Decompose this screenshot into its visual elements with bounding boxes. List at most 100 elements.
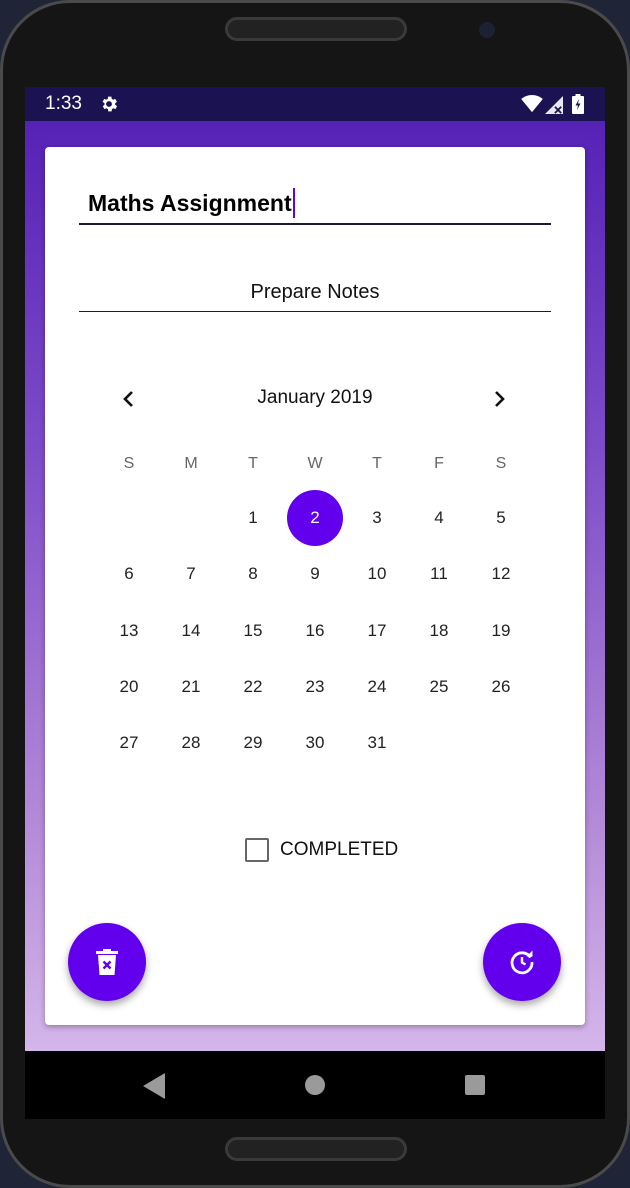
- calendar-day[interactable]: 29: [222, 715, 284, 771]
- calendar-day[interactable]: 26: [470, 659, 532, 715]
- calendar-month-label: January 2019: [257, 387, 373, 408]
- calendar-day-number: 6: [124, 564, 134, 584]
- calendar-weekday-row: S M T W T F S: [98, 455, 532, 475]
- calendar-day-number: 23: [305, 676, 325, 696]
- delete-button[interactable]: [68, 923, 146, 1001]
- calendar-day-selected[interactable]: 2: [284, 490, 346, 546]
- calendar-day[interactable]: 18: [408, 603, 470, 659]
- calendar-day-number: 29: [243, 733, 263, 753]
- calendar-day[interactable]: 30: [284, 715, 346, 771]
- calendar-day[interactable]: 22: [222, 659, 284, 715]
- calendar-day[interactable]: 7: [160, 546, 222, 602]
- delete-icon: [96, 949, 118, 975]
- calendar-day[interactable]: 9: [284, 546, 346, 602]
- calendar-day[interactable]: 17: [346, 603, 408, 659]
- calendar-day[interactable]: 1: [222, 490, 284, 546]
- completed-label: COMPLETED: [280, 839, 399, 860]
- status-bar: 1:33: [25, 87, 605, 121]
- calendar-day-number: 28: [181, 733, 201, 753]
- task-title-input[interactable]: Maths Assignment: [79, 187, 551, 225]
- calendar-day[interactable]: 19: [470, 603, 532, 659]
- weekday-label: T: [248, 455, 258, 472]
- completed-checkbox-row[interactable]: COMPLETED: [245, 837, 398, 863]
- calendar-day[interactable]: 15: [222, 603, 284, 659]
- calendar-empty-cell: [98, 490, 160, 546]
- calendar-day-number: 3: [372, 508, 382, 527]
- calendar-day[interactable]: 11: [408, 546, 470, 602]
- calendar-day[interactable]: 4: [408, 490, 470, 546]
- calendar-day-number: 13: [119, 620, 139, 640]
- chevron-right-icon[interactable]: [487, 387, 511, 411]
- calendar-empty-cell: [470, 715, 532, 771]
- weekday-label: S: [123, 455, 135, 472]
- navigation-bar: [25, 1051, 605, 1119]
- calendar-day-number: 18: [429, 620, 449, 640]
- phone-frame: 1:33 Maths Assignment Prepare Notes Janu…: [0, 0, 630, 1188]
- calendar-day-number: 21: [181, 676, 201, 696]
- weekday-label: M: [184, 455, 198, 472]
- back-icon[interactable]: [143, 1073, 165, 1099]
- calendar-day-number: 12: [491, 564, 511, 584]
- calendar-day[interactable]: 31: [346, 715, 408, 771]
- earpiece-speaker: [225, 17, 407, 41]
- reschedule-icon: [510, 950, 534, 975]
- task-title-value: Maths Assignment: [88, 190, 292, 216]
- calendar-day-number: 11: [430, 564, 448, 584]
- calendar-day[interactable]: 27: [98, 715, 160, 771]
- calendar-day-number: 27: [119, 733, 139, 753]
- settings-gear-icon: [102, 96, 118, 112]
- calendar-day-number: 1: [248, 508, 258, 527]
- calendar-day[interactable]: 12: [470, 546, 532, 602]
- calendar-empty-cell: [408, 715, 470, 771]
- calendar-day-number: 16: [305, 620, 325, 640]
- calendar-empty-cell: [160, 490, 222, 546]
- calendar-grid: 1 2 3 4 5 6 7 8 9 10 11 12 13 14 15 16 17 18 19 20 21 22 23 24 2…: [98, 490, 532, 771]
- calendar-day[interactable]: 21: [160, 659, 222, 715]
- calendar-day[interactable]: 25: [408, 659, 470, 715]
- calendar-day-number: 22: [243, 676, 263, 696]
- text-cursor: [292, 188, 295, 218]
- calendar-week-row: 1 2 3 4 5: [98, 490, 532, 546]
- calendar-day-number: 24: [367, 676, 387, 696]
- weekday-label: W: [307, 455, 323, 472]
- screen: 1:33 Maths Assignment Prepare Notes Janu…: [25, 87, 605, 1119]
- battery-icon: [572, 94, 584, 114]
- calendar-day-number: 2: [310, 508, 320, 527]
- calendar-day-number: 19: [491, 620, 511, 640]
- calendar-day[interactable]: 3: [346, 490, 408, 546]
- calendar-day-number: 8: [248, 564, 258, 584]
- calendar-day[interactable]: 13: [98, 603, 160, 659]
- calendar-week-row: 13 14 15 16 17 18 19: [98, 603, 532, 659]
- calendar-day-number: 14: [181, 620, 201, 640]
- calendar-day[interactable]: 28: [160, 715, 222, 771]
- task-notes-input[interactable]: Prepare Notes: [79, 281, 551, 312]
- calendar-day[interactable]: 16: [284, 603, 346, 659]
- calendar-day[interactable]: 8: [222, 546, 284, 602]
- calendar-week-row: 27 28 29 30 31: [98, 715, 532, 771]
- calendar-week-row: 6 7 8 9 10 11 12: [98, 546, 532, 602]
- front-camera: [479, 22, 495, 38]
- calendar-day-number: 20: [119, 676, 139, 696]
- weekday-label: F: [434, 455, 444, 472]
- calendar-day[interactable]: 24: [346, 659, 408, 715]
- calendar-day[interactable]: 14: [160, 603, 222, 659]
- calendar-day-number: 15: [243, 620, 263, 640]
- calendar-day[interactable]: 10: [346, 546, 408, 602]
- calendar-day-number: 5: [496, 508, 506, 527]
- reschedule-button[interactable]: [483, 923, 561, 1001]
- calendar-day[interactable]: 6: [98, 546, 160, 602]
- weekday-label: T: [372, 455, 382, 472]
- calendar-day-number: 31: [367, 733, 387, 753]
- calendar-day-number: 17: [367, 620, 387, 640]
- recents-icon[interactable]: [465, 1075, 485, 1095]
- bottom-speaker: [225, 1137, 407, 1161]
- calendar-day-number: 30: [305, 733, 325, 753]
- calendar-day-number: 10: [367, 564, 387, 584]
- calendar-day[interactable]: 5: [470, 490, 532, 546]
- completed-checkbox[interactable]: [245, 838, 269, 862]
- calendar-day[interactable]: 20: [98, 659, 160, 715]
- calendar-week-row: 20 21 22 23 24 25 26: [98, 659, 532, 715]
- status-time: 1:33: [45, 93, 82, 114]
- calendar-day[interactable]: 23: [284, 659, 346, 715]
- home-icon[interactable]: [305, 1075, 325, 1095]
